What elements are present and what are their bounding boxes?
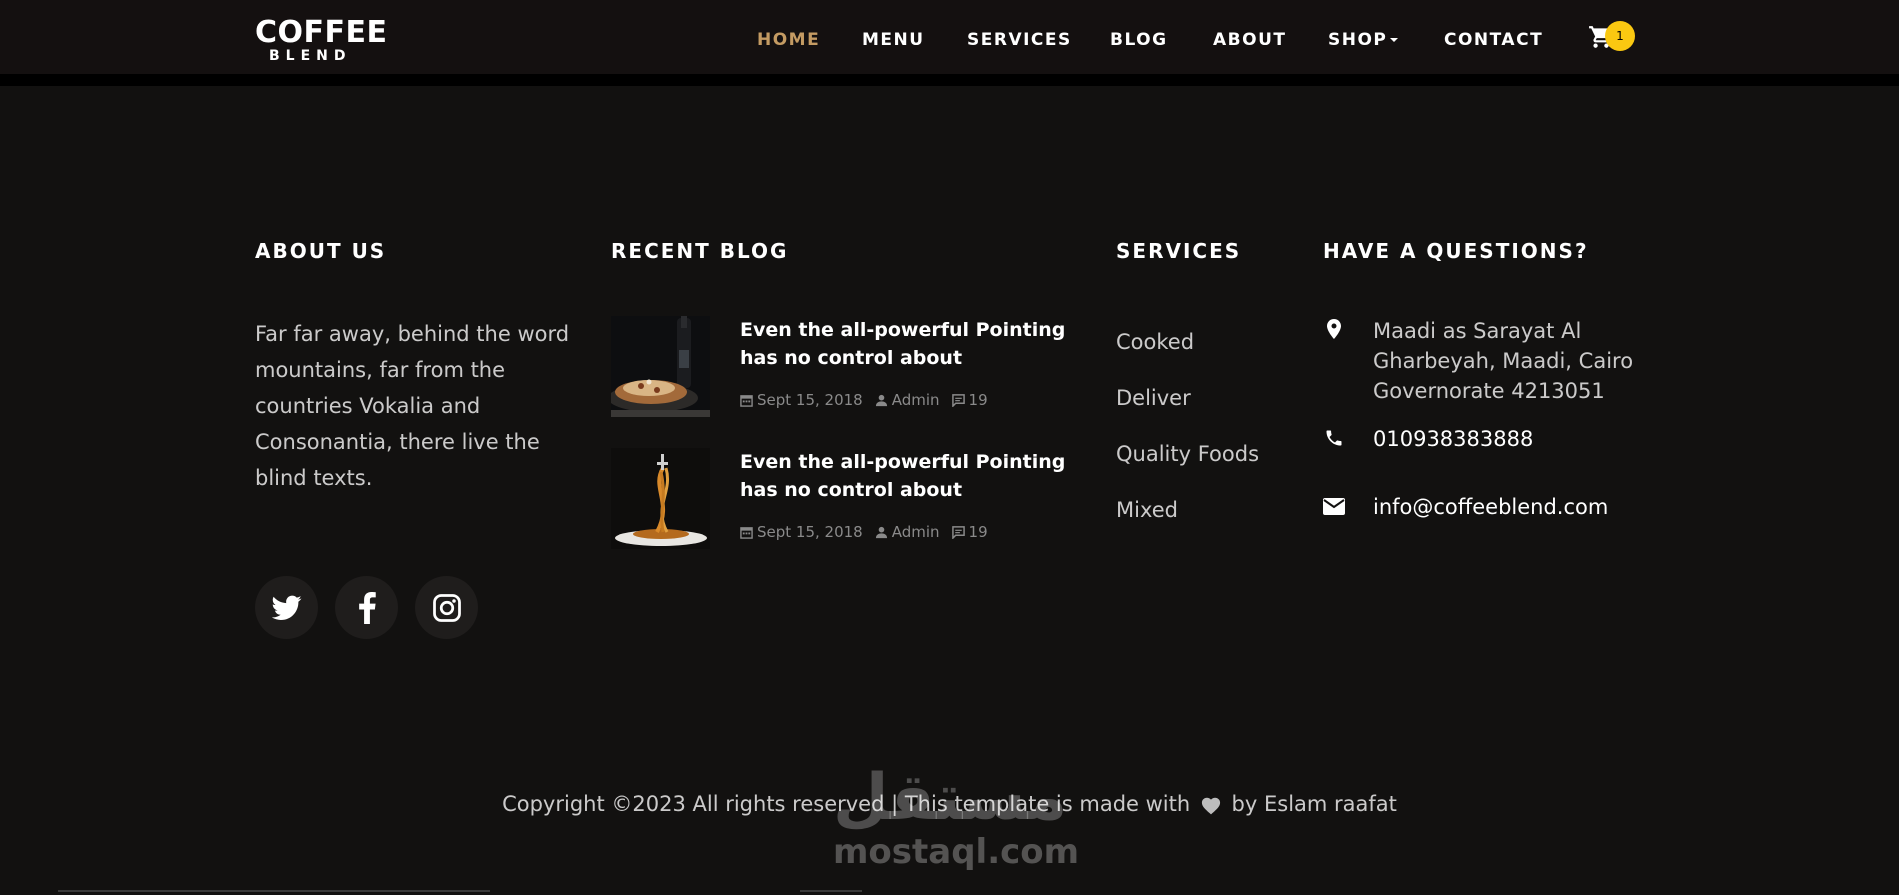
heart-icon xyxy=(1201,797,1220,815)
contact-address: Maadi as Sarayat Al Gharbeyah, Maadi, Ca… xyxy=(1373,319,1634,403)
services-title: SERVICES xyxy=(1116,239,1242,263)
nav-item-shop[interactable]: SHOP xyxy=(1328,30,1399,50)
nav-item-menu[interactable]: MENU xyxy=(862,30,925,50)
brand-line-1: COFFEE xyxy=(255,15,388,50)
mostaql-watermark: مستقل mostaql.com xyxy=(833,762,1080,872)
blog-post-comments[interactable]: 19 xyxy=(969,523,988,541)
blog-post-meta-1: Sept 15, 2018 Admin 19 xyxy=(740,391,1000,409)
user-icon xyxy=(875,526,887,538)
nav-item-blog[interactable]: BLOG xyxy=(1110,30,1168,50)
comment-icon xyxy=(951,525,965,539)
facebook-icon xyxy=(358,591,376,624)
comment-icon xyxy=(951,393,965,407)
blog-post-title-1[interactable]: Even the all-powerful Pointing has no co… xyxy=(740,316,1070,372)
instagram-link[interactable] xyxy=(415,576,478,639)
recent-blog-title: RECENT BLOG xyxy=(611,239,789,263)
facebook-link[interactable] xyxy=(335,576,398,639)
contact-title: HAVE A QUESTIONS? xyxy=(1323,239,1589,263)
calendar-icon xyxy=(740,526,753,539)
blog-post-author[interactable]: Admin xyxy=(892,523,940,541)
brand-logo[interactable]: COFFEE BLEND xyxy=(255,15,388,64)
about-title: ABOUT US xyxy=(255,239,387,263)
brand-line-2: BLEND xyxy=(269,48,352,64)
service-link-deliver[interactable]: Deliver xyxy=(1116,386,1191,410)
copyright-text: Copyright ©2023 All rights reserved | Th… xyxy=(0,792,1899,816)
twitter-icon xyxy=(271,595,301,620)
blog-thumbnail-2[interactable] xyxy=(611,448,710,549)
map-marker-icon xyxy=(1323,318,1345,340)
instagram-icon xyxy=(432,593,461,622)
nav-item-contact[interactable]: CONTACT xyxy=(1444,30,1543,50)
about-text: Far far away, behind the word mountains,… xyxy=(255,322,570,490)
blog-image-2 xyxy=(611,448,710,549)
blog-post-title-2[interactable]: Even the all-powerful Pointing has no co… xyxy=(740,448,1070,504)
service-link-mixed[interactable]: Mixed xyxy=(1116,498,1178,522)
nav-item-services[interactable]: SERVICES xyxy=(967,30,1072,50)
chevron-down-icon xyxy=(1390,38,1399,42)
contact-email[interactable]: info@coffeeblend.com xyxy=(1373,492,1653,522)
phone-icon xyxy=(1323,427,1345,449)
blog-post-comments[interactable]: 19 xyxy=(969,391,988,409)
cart-count-badge: 1 xyxy=(1605,21,1635,51)
blog-post-author[interactable]: Admin xyxy=(892,391,940,409)
copyright-suffix: by Eslam raafat xyxy=(1231,792,1397,816)
blog-post-date: Sept 15, 2018 xyxy=(757,391,863,409)
service-link-cooked[interactable]: Cooked xyxy=(1116,330,1194,354)
blog-thumbnail-1[interactable] xyxy=(611,316,710,417)
blog-post-date: Sept 15, 2018 xyxy=(757,523,863,541)
nav-item-home[interactable]: HOME xyxy=(757,30,820,50)
contact-phone[interactable]: 010938383888 xyxy=(1373,424,1653,454)
blog-image-1 xyxy=(611,316,710,417)
nav-item-shop-label: SHOP xyxy=(1328,30,1388,50)
navbar: COFFEE BLEND HOME MENU SERVICES BLOG ABO… xyxy=(0,0,1899,86)
watermark-latin: mostaql.com xyxy=(833,832,1080,872)
twitter-link[interactable] xyxy=(255,576,318,639)
copyright-prefix: Copyright ©2023 All rights reserved | Th… xyxy=(502,792,1191,816)
service-link-quality-foods[interactable]: Quality Foods xyxy=(1116,442,1259,466)
scrollbar-thumb[interactable] xyxy=(800,890,862,892)
scrollbar-track[interactable] xyxy=(58,890,490,892)
blog-post-meta-2: Sept 15, 2018 Admin 19 xyxy=(740,523,1000,541)
envelope-icon xyxy=(1323,495,1345,517)
user-icon xyxy=(875,394,887,406)
nav-item-about[interactable]: ABOUT xyxy=(1213,30,1286,50)
calendar-icon xyxy=(740,394,753,407)
